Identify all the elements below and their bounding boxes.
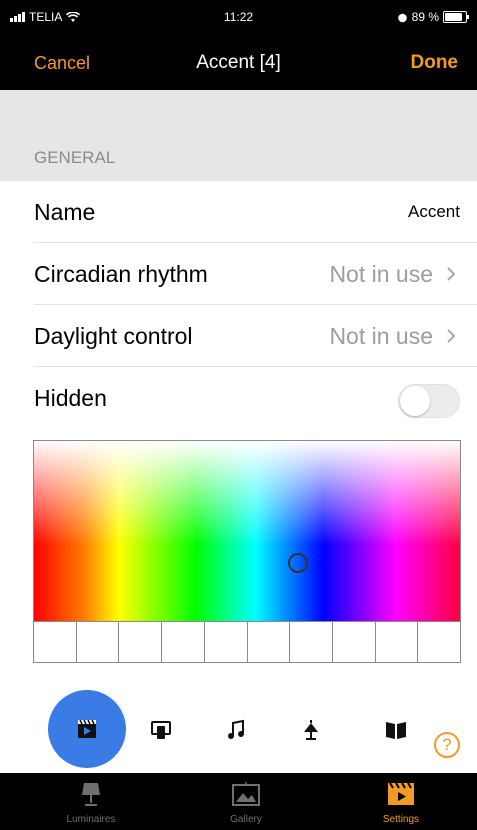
circadian-label: Circadian rhythm: [34, 261, 208, 287]
tab-bar: Luminaires Gallery Settings: [0, 773, 477, 830]
music-tool-button[interactable]: [216, 710, 256, 750]
remote-tool-button[interactable]: [141, 710, 181, 750]
tab-settings[interactable]: Settings: [351, 781, 451, 825]
color-spectrum[interactable]: [34, 441, 460, 621]
color-swatch-slot[interactable]: [332, 622, 376, 662]
daylight-control-row[interactable]: Daylight control Not in use: [0, 305, 477, 367]
navigation-bar: Cancel Accent [4] Done: [0, 38, 477, 90]
color-swatch-slot[interactable]: [290, 622, 333, 662]
battery-percent: 89 %: [411, 10, 439, 24]
color-swatch-slot[interactable]: [76, 622, 120, 662]
color-swatch-slot[interactable]: [204, 622, 248, 662]
page-title: Accent [4]: [196, 52, 281, 73]
name-label: Name: [34, 199, 96, 225]
scene-tool-button[interactable]: [48, 690, 126, 768]
tab-label: Settings: [382, 814, 420, 825]
color-picker: [33, 440, 461, 663]
remote-icon: [151, 721, 171, 739]
color-swatches: [34, 621, 460, 662]
section-header: GENERAL: [0, 135, 477, 181]
tool-bar: ?: [0, 690, 477, 770]
gallery-icon: [232, 782, 260, 806]
hidden-row: Hidden: [0, 367, 477, 429]
daylight-label: Daylight control: [34, 323, 193, 349]
name-value: Accent: [408, 202, 460, 221]
battery-icon: [443, 11, 469, 23]
color-swatch-slot[interactable]: [418, 622, 460, 662]
scene-icon: [78, 719, 96, 738]
done-button[interactable]: Done: [411, 52, 459, 74]
section-header-label: GENERAL: [34, 148, 116, 167]
chevron-right-icon: [447, 329, 456, 343]
name-row[interactable]: Name Accent: [0, 181, 477, 243]
color-swatch-slot[interactable]: [119, 622, 163, 662]
book-tool-button[interactable]: [376, 710, 416, 750]
status-right: 89 %: [397, 10, 469, 24]
lamp-icon: [304, 720, 318, 740]
circadian-value: Not in use: [329, 261, 433, 287]
color-cursor[interactable]: [288, 553, 309, 574]
color-swatch-slot[interactable]: [375, 622, 419, 662]
luminaire-icon: [82, 783, 100, 806]
color-swatch-slot[interactable]: [247, 622, 291, 662]
tab-label: Gallery: [230, 814, 262, 825]
tab-gallery[interactable]: Gallery: [196, 781, 296, 825]
chevron-right-icon: [447, 267, 456, 281]
help-button[interactable]: ?: [434, 732, 460, 758]
book-icon: [386, 722, 406, 739]
tab-label: Luminaires: [66, 814, 116, 825]
circadian-rhythm-row[interactable]: Circadian rhythm Not in use: [0, 243, 477, 305]
top-spacer: [0, 90, 477, 135]
music-icon: [228, 719, 244, 739]
settings-icon: [388, 782, 414, 805]
tab-luminaires[interactable]: Luminaires: [41, 781, 141, 825]
color-swatch-slot[interactable]: [162, 622, 205, 662]
lamp-tool-button[interactable]: [291, 710, 331, 750]
daylight-value: Not in use: [329, 323, 433, 349]
color-swatch-slot[interactable]: [34, 622, 77, 662]
alarm-icon: [397, 13, 407, 22]
hidden-label: Hidden: [34, 385, 107, 411]
hidden-toggle[interactable]: [398, 384, 460, 418]
status-bar: TELIA 11:22 89 %: [0, 0, 477, 38]
toggle-knob: [400, 386, 430, 416]
